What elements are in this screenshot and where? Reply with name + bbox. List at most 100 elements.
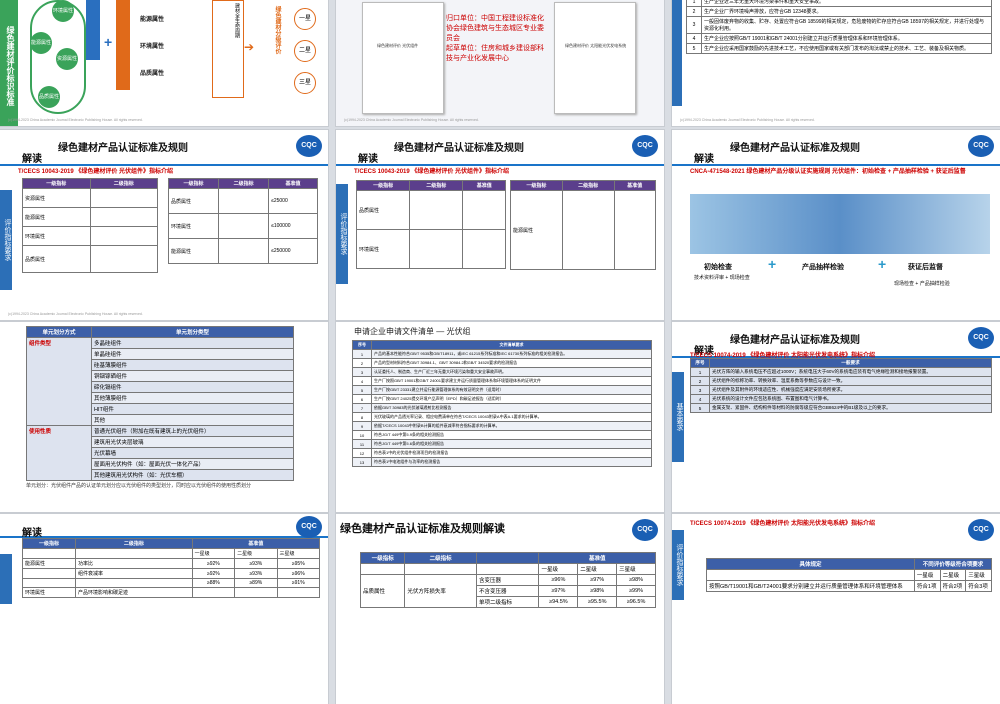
row-label: 品质属性 <box>355 190 411 230</box>
section-bar: 评价指标要求 <box>0 190 12 290</box>
value-cell: ≥99% <box>616 585 656 597</box>
energy-indicator-table: 一级指标 二级指标 基准值 一星级 二星级 三星级 能源属性 功率比 ≥92% ≥93% ≥… <box>21 538 321 598</box>
row-text: 符合JG/T 449中第5.6条的相关检测报告 <box>371 439 652 449</box>
unit-type: 铜铟镓硒组件 <box>91 370 294 382</box>
row-label: 光伏方阵损失率 <box>404 574 477 608</box>
table-row: 组件衰减率 ≥92% ≥93% ≥96% <box>21 568 321 579</box>
row-number: 7 <box>352 403 372 413</box>
value-cell: 符合1项 <box>913 580 941 592</box>
value-cell: ≥96% <box>538 574 579 586</box>
indicator-table-left: 一级指标 二级指标 资源属性 能源属性 环境属性 品质属性 <box>22 178 158 273</box>
col-head: 一般要求 <box>709 358 992 368</box>
slide-thumbnail[interactable]: 绿色建材产品认证标准及规则解读 CQC 一级指标 二级指标 基准值 一星级 二星… <box>336 514 664 704</box>
value-cell <box>234 587 278 598</box>
footer-copyright: (c)1994-2023 China Academic Journal Elec… <box>8 118 143 122</box>
table-row: 品质属性 光伏方阵损失率 含变压器 ≥96% ≥97% ≥98% <box>359 574 656 608</box>
unit-type: 光伏幕墙 <box>91 447 294 459</box>
row-number: 3 <box>690 385 710 395</box>
row-text: 产品的型材材料符合GB/T 30984.1、GB/T 30984.2和GB/T … <box>371 358 652 368</box>
unit-type: 其他 <box>91 414 294 426</box>
cqc-logo: CQC <box>632 519 658 541</box>
value-cell: ≥96.5% <box>616 596 656 608</box>
unit-type: 多晶硅组件 <box>91 337 294 349</box>
sidebar-title: 绿色建材评价标识标准 <box>6 26 15 106</box>
slide-thumbnail[interactable]: 1 生产企业近三年无重大环境污染事件和重大安全事故。 2 生产企业厂界环境噪声排放，应… <box>672 0 1000 126</box>
col-head: 基准值 <box>191 538 321 549</box>
table-row: 使用性质 普通光伏组件（附加在既有建筑上的光伏组件） <box>26 425 294 481</box>
col-head: 二级指标 <box>89 178 158 189</box>
col-head: 基准值 <box>613 180 657 191</box>
slide-thumbnail[interactable]: 绿色建材产品认证标准及规则 解读 CQC T/CECS 10043-2019 《… <box>0 130 328 320</box>
value-cell <box>276 587 321 598</box>
table-row: 2 光伏组件的标称功率、转换效率、温度系数等参数应与设计一致。 <box>690 376 992 386</box>
row-number: 3 <box>352 367 372 377</box>
row-label <box>75 578 193 588</box>
row-number: 1 <box>690 367 710 377</box>
row-number: 9 <box>352 421 372 431</box>
table-row: 4 生产厂按照GB/T 19001和GB/T 24001要求建立并运行质量管理体系… <box>352 376 652 386</box>
slide-thumbnail[interactable]: T/CECS 10074-2019 《绿色建材评价 太阳能光伏发电系统》指标介绍… <box>672 514 1000 704</box>
slide-thumbnail[interactable]: 绿色建材评价标识标准 环境属性 能源属性 资源属性 品质属性 + 能源属性 环境… <box>0 0 328 126</box>
row-text: 光伏方阵的输入系统电压不应超过1000V；系统电压大于60V的系统电应装有电气绝… <box>709 367 992 377</box>
slide-thumbnail[interactable]: 绿色建材产品认证标准及规则 解读 CQC T/CECS 10074-2019 《… <box>672 322 1000 512</box>
row-text: 符合JG/T 449中第5.9条的相关检测报告 <box>371 430 652 440</box>
value-cell: ≥95.5% <box>577 596 618 608</box>
slide-thumbnail[interactable]: 单元划分方式 单元划分类型 组件类型 多晶硅组件 单晶硅组件 硅基薄膜组件 铜铟镓硒组件… <box>0 322 328 512</box>
grading-table: 具体规定 不同评价等级符合项要求 一星级 二星级 三星级 按照GB/T19001… <box>706 558 993 592</box>
table-row: 4 生产企业应按照GB/T 19001和GB/T 24001分别建立并运行质量管理… <box>686 33 992 44</box>
row-label: 能源属性 <box>22 207 91 227</box>
slide-thumbnail[interactable]: 绿色建材产品认证标准及规则 解读 CQC CNCA-471548-2021 绿色… <box>672 130 1000 320</box>
standard-ref: T/CECS 10043-2019 《绿色建材评价 光伏组件》指标介绍 <box>354 169 510 175</box>
level-head: 三星级 <box>616 563 656 575</box>
footer-copyright: (c)1994-2023 China Academic Journal Elec… <box>344 118 479 122</box>
row-text: 依据GB/T 30983的光伏玻璃透射比检测报告 <box>371 403 652 413</box>
table-row: 8 光伏玻璃的产品透光率记录、相应电费清单在符合T/CECS 10043附录A中表… <box>352 412 652 422</box>
row-number: 5 <box>686 43 702 54</box>
level-two: 二星 <box>294 40 316 62</box>
footer-copyright: (c)1994-2023 China Academic Journal Elec… <box>8 312 143 316</box>
level-head: 三星级 <box>965 569 992 581</box>
slide-thumbnail[interactable]: 解读 CQC 一级指标 二级指标 基准值 一星级 二星级 三星级 能源属性 功率比 ≥9… <box>0 514 328 704</box>
row-text: 生产厂按照GB/T 19001和GB/T 24001要求建立并运行质量管理体系和… <box>371 376 652 386</box>
row-text: 一般固体废弃物的收集、贮存、处置应符合GB 18599的相关规定，危险废物的贮存… <box>701 16 992 34</box>
bubble-environment: 环境属性 <box>52 0 74 22</box>
footer-copyright: (c)1994-2023 China Academic Journal Elec… <box>680 118 815 122</box>
unit-type: 硅基薄膜组件 <box>91 359 294 371</box>
attr-quality: 品质属性 <box>140 71 165 77</box>
sub-label: 单项二级指标 <box>475 596 540 608</box>
standard-ref: T/CECS 10043-2019 《绿色建材评价 光伏组件》指标介绍 <box>18 169 174 175</box>
slide-thumbnail[interactable]: 绿色建材产品认证标准及规则 解读 CQC T/CECS 10043-2019 《… <box>336 130 664 320</box>
requirement-cell: 按照GB/T19001和GB/T24001要求分别建立并运行质量管理体系和环境管… <box>706 580 915 592</box>
slide-thumbnail[interactable]: 申请企业申请文件清单 — 光伏组 序号 文件清单要求 1 产品的基本性能符合GB/… <box>336 322 664 512</box>
unit-type: 屋面用光伏构件（如：屋面光伏一体化产品） <box>91 458 294 470</box>
row-group <box>21 568 77 579</box>
step-initial: 初始检查 <box>704 264 732 271</box>
slide-header: 绿色建材产品认证标准及规则 解读 CQC <box>336 130 664 166</box>
attribute-list: 能源属性 环境属性 品质属性 <box>140 14 212 94</box>
table-row: 3 光伏组件及其附件的环境适应性、机械强度应满足安装场所要求。 <box>690 385 992 395</box>
document-page-right: 绿色建材评价 太阳能光伏发电系统 <box>554 2 636 114</box>
bubble-quality: 品质属性 <box>38 86 60 108</box>
unit-division-table: 单元划分方式 单元划分类型 组件类型 多晶硅组件 单晶硅组件 硅基薄膜组件 铜铟镓硒组件… <box>26 326 294 481</box>
unit-type: 普通光伏组件（附加在既有建筑上的光伏组件） <box>91 425 294 437</box>
doc-title-right: 绿色建材评价 太阳能光伏发电系统 <box>565 43 627 48</box>
step-surveillance: 获证后监督 <box>908 264 943 271</box>
row-text: 生产厂按GB/T 24025提交环境产品声明（EPD）和碳足迹报告（适用时） <box>371 394 652 404</box>
col-head: 不同评价等级符合项要求 <box>913 558 993 570</box>
slide-thumbnail[interactable]: 绿色建材评价 光伏组件 绿色建材评价 太阳能光伏发电系统 归口单位：中国工程建设… <box>336 0 664 126</box>
row-label: 能源属性 <box>167 238 220 264</box>
row-text: 光伏组件的标称功率、转换效率、温度系数等参数应与设计一致。 <box>709 376 992 386</box>
cqc-logo: CQC <box>632 135 658 157</box>
row-group <box>21 578 77 588</box>
section-bar: 评价指标要求 <box>672 530 684 600</box>
level-head: 三星级 <box>276 548 321 559</box>
row-number: 13 <box>352 457 372 467</box>
arrow-right-icon: ➔ <box>244 40 255 54</box>
row-number: 4 <box>352 376 372 386</box>
orange-bar <box>116 0 130 90</box>
value-cell: ≥97% <box>577 574 618 586</box>
left-band <box>672 0 682 106</box>
slide-title: 绿色建材产品认证标准及规则 <box>730 335 860 346</box>
row-text: 符合表1中电池组件与功率的检测报告 <box>371 457 652 467</box>
col-head: 二级指标 <box>218 178 270 189</box>
